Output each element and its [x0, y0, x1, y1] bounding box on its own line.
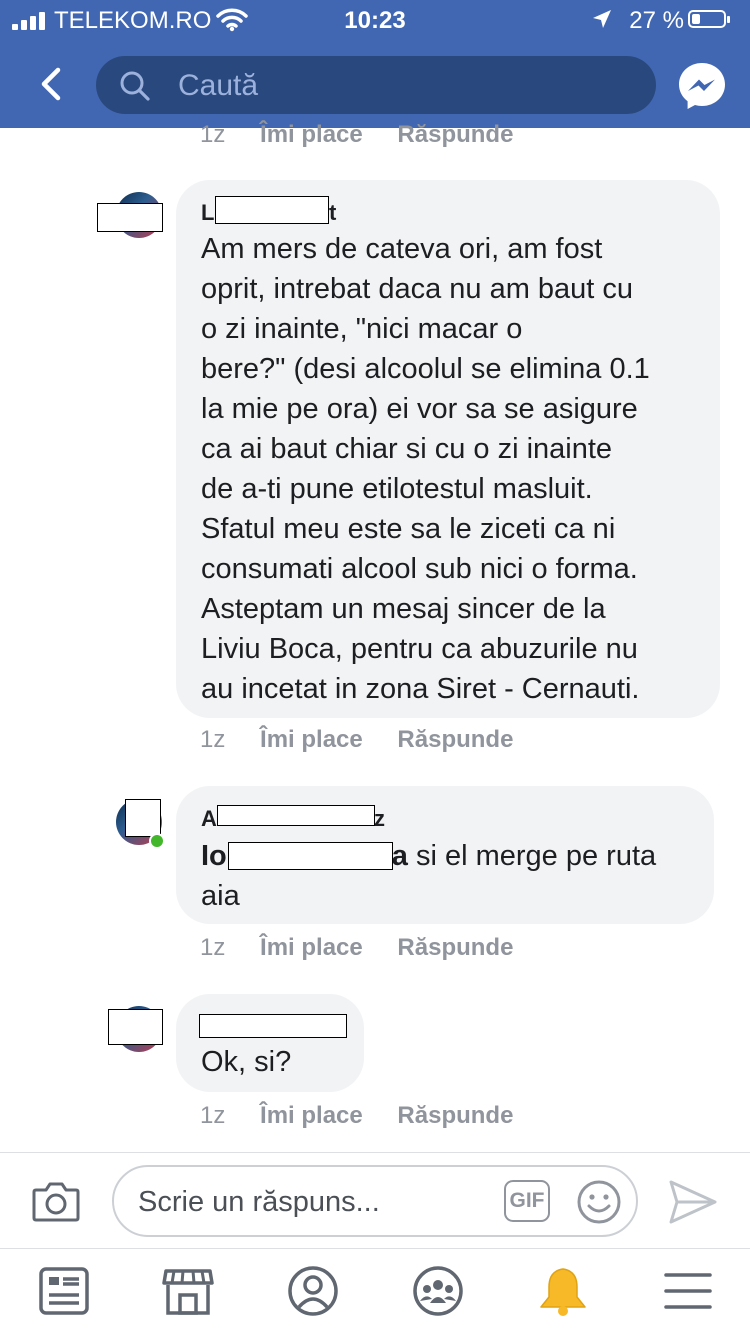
camera-icon[interactable]: [32, 1180, 80, 1222]
reply-input[interactable]: [136, 1181, 490, 1223]
reply-link[interactable]: Răspunde: [397, 726, 513, 753]
reply-link[interactable]: Răspunde: [397, 1102, 513, 1129]
redaction-box: [217, 805, 375, 826]
comment-author-end: z: [374, 806, 385, 831]
notifications-icon[interactable]: [535, 1265, 591, 1317]
reply-link[interactable]: Răspunde: [397, 934, 513, 961]
groups-icon[interactable]: [410, 1265, 466, 1317]
online-status-dot: [149, 833, 165, 849]
bottom-tab-bar: [0, 1248, 750, 1335]
marketplace-icon[interactable]: [160, 1265, 216, 1317]
menu-icon[interactable]: [660, 1265, 716, 1317]
redaction-box: [97, 203, 163, 232]
emoji-icon[interactable]: [576, 1179, 622, 1225]
redaction-box: [199, 1014, 347, 1038]
comment-author[interactable]: A: [201, 806, 217, 832]
like-link[interactable]: Îmi place: [260, 726, 363, 753]
profile-icon[interactable]: [285, 1265, 341, 1317]
redaction-box: [125, 799, 161, 837]
comment-author-end: t: [329, 200, 337, 225]
comment-time: 1z: [200, 934, 226, 961]
reply-composer: GIF: [0, 1152, 750, 1249]
comment-text: Am mers de cateva ori, am fost oprit, in…: [201, 233, 650, 705]
news-feed-icon[interactable]: [36, 1265, 92, 1317]
comment-actions: 1z Îmi place Răspunde: [200, 934, 513, 962]
gif-button[interactable]: GIF: [504, 1180, 550, 1222]
redaction-box: [108, 1009, 163, 1045]
comment-text: Ok, si?: [201, 1046, 292, 1078]
comment-actions: 1z Îmi place Răspunde: [200, 726, 513, 754]
like-link[interactable]: Îmi place: [260, 934, 363, 961]
redaction-box: [215, 196, 329, 224]
send-icon[interactable]: [668, 1179, 718, 1225]
comment-author[interactable]: L: [201, 200, 214, 226]
comment-time: 1z: [200, 726, 226, 753]
comment-time: 1z: [200, 1102, 226, 1129]
like-link[interactable]: Îmi place: [260, 1102, 363, 1129]
redaction-box: [228, 842, 393, 870]
mention-tag[interactable]: Io: [201, 840, 227, 872]
reply-input-box[interactable]: GIF: [112, 1165, 638, 1237]
mention-tag-end[interactable]: a: [392, 840, 408, 872]
comment-actions: 1z Îmi place Răspunde: [200, 1102, 513, 1130]
